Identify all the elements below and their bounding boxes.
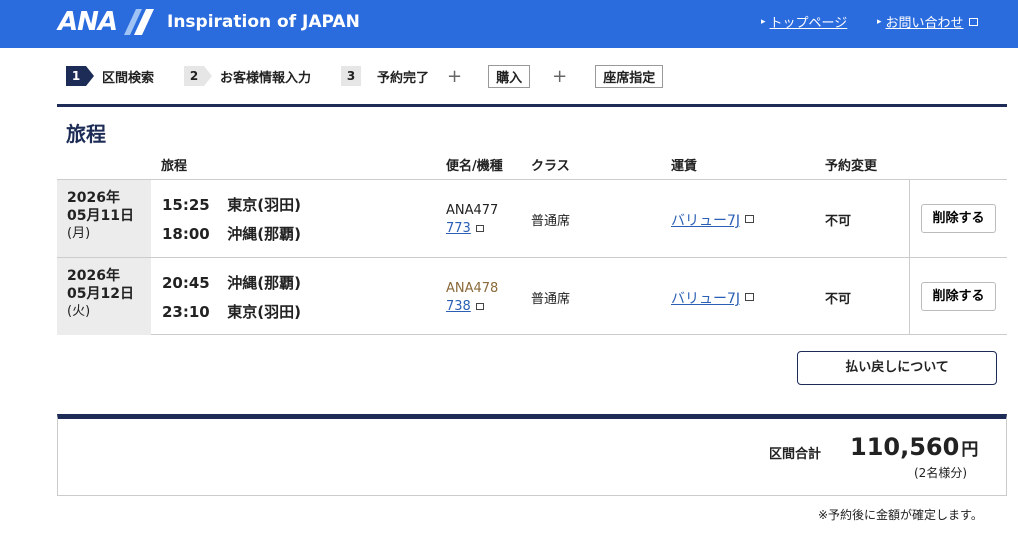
step-number: 3 [341, 66, 362, 86]
table-row: 2026年 05月12日 (火) 20:45 沖縄(那覇) 23:10 東京(羽… [57, 257, 1007, 335]
fare-link[interactable]: バリュー7J [671, 210, 740, 230]
arrival-line: 23:10 東京(羽田) [162, 301, 301, 322]
date-cell: 2026年 05月11日 (月) [57, 180, 151, 257]
header-class: クラス [531, 159, 570, 174]
column-divider [909, 258, 910, 335]
table-row: 2026年 05月11日 (月) 15:25 東京(羽田) 18:00 沖縄(那… [57, 179, 1007, 257]
chevron-right-icon: ▸ [761, 16, 766, 27]
step-complete: 3 予約完了 [341, 66, 429, 86]
step-label: お客様情報入力 [220, 70, 312, 86]
step-number: 2 [184, 66, 213, 86]
date-year: 2026年 [67, 190, 120, 206]
itinerary-title: 旅程 [66, 122, 106, 146]
step-purchase: 購入 [488, 64, 531, 88]
arrival-time: 18:00 [162, 225, 210, 243]
class-value: 普通席 [531, 292, 571, 307]
external-window-icon [475, 303, 484, 310]
refund-info-button[interactable]: 払い戻しについて [797, 351, 997, 385]
logo-mark-icon [124, 9, 155, 35]
aircraft-link[interactable]: 738 [446, 299, 471, 314]
departure-line: 20:45 沖縄(那覇) [162, 272, 301, 293]
departure-line: 15:25 東京(羽田) [162, 194, 301, 215]
step-label: 区間検索 [102, 70, 155, 86]
column-divider [909, 180, 910, 257]
total-note: (2名様分) [914, 466, 967, 480]
plus-icon: + [447, 65, 463, 87]
plus-icon: + [552, 65, 568, 87]
header-flight: 便名/機種 [446, 159, 503, 174]
nav-contact-label[interactable]: お問い合わせ [886, 12, 964, 31]
flight-info: ANA477 773 [446, 202, 498, 238]
step-seat-selection: 座席指定 [595, 64, 664, 88]
total-panel: 区間合計 110,560 円 (2名様分) [57, 414, 1007, 496]
step-label: 予約完了 [377, 70, 430, 86]
progress-steps: 1 区間検索 2 お客様情報入力 3 予約完了 + 購入 + 座席指定 [66, 64, 664, 88]
date-month-day: 05月11日 [67, 208, 134, 224]
tagline: Inspiration of JAPAN [167, 12, 360, 32]
header-itinerary: 旅程 [161, 159, 188, 174]
date-year: 2026年 [67, 268, 120, 284]
arrival-time: 23:10 [162, 303, 210, 321]
external-window-icon [745, 293, 754, 301]
logo-text: ANA [58, 7, 118, 37]
date-weekday: (火) [67, 304, 91, 319]
step-number: 1 [66, 66, 94, 86]
total-amount: 110,560 円 [850, 433, 978, 461]
price-footnote: ※予約後に金額が確定します。 [818, 508, 983, 522]
flight-number: ANA477 [446, 203, 499, 218]
flight-info: ANA478 738 [446, 280, 498, 316]
date-month-day: 05月12日 [67, 286, 134, 302]
change-value: 不可 [825, 214, 852, 229]
delete-button[interactable]: 削除する [921, 204, 996, 233]
change-value: 不可 [825, 292, 852, 307]
total-amount-value: 110,560 [850, 433, 960, 461]
total-label: 区間合計 [769, 447, 822, 462]
step-customer-info: 2 お客様情報入力 [184, 66, 311, 86]
date-cell: 2026年 05月12日 (火) [57, 258, 151, 335]
header-change: 予約変更 [825, 159, 878, 174]
arrival-airport: 沖縄(那覇) [227, 225, 301, 243]
class-value: 普通席 [531, 214, 571, 229]
section-divider [57, 104, 1007, 107]
departure-time: 20:45 [162, 274, 210, 292]
chevron-right-icon: ▸ [877, 16, 882, 27]
header-bar: ANA Inspiration of JAPAN ▸ トップページ ▸ お問い合… [0, 0, 1018, 48]
external-window-icon [968, 17, 978, 26]
external-window-icon [745, 215, 754, 223]
date-weekday: (月) [67, 226, 91, 241]
departure-time: 15:25 [162, 196, 210, 214]
header-fare: 運賃 [671, 159, 698, 174]
nav-top-page-label[interactable]: トップページ [770, 12, 848, 31]
flight-number: ANA478 [446, 281, 499, 296]
fare-link[interactable]: バリュー7J [671, 288, 740, 308]
nav-top-page[interactable]: ▸ トップページ [761, 12, 847, 31]
nav-contact[interactable]: ▸ お問い合わせ [877, 12, 978, 31]
aircraft-link[interactable]: 773 [446, 221, 471, 236]
departure-airport: 沖縄(那覇) [227, 274, 301, 292]
arrival-airport: 東京(羽田) [227, 303, 301, 321]
currency-unit: 円 [961, 440, 979, 460]
step-search: 1 区間検索 [66, 66, 154, 86]
delete-button[interactable]: 削除する [921, 282, 996, 311]
arrival-line: 18:00 沖縄(那覇) [162, 223, 301, 244]
ana-logo[interactable]: ANA [58, 6, 155, 38]
departure-airport: 東京(羽田) [227, 196, 301, 214]
external-window-icon [475, 225, 484, 232]
